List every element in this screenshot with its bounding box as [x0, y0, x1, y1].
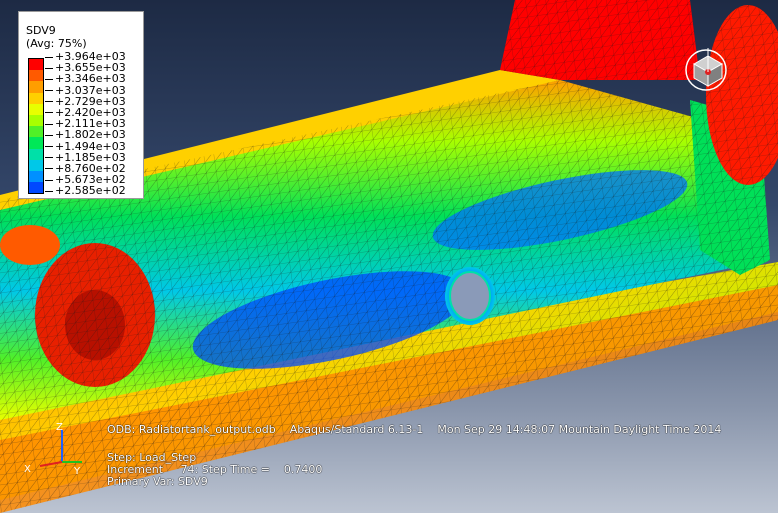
legend-swatch	[29, 114, 43, 127]
legend-subtitle: (Avg: 75%)	[26, 37, 87, 50]
legend-swatch	[29, 148, 43, 160]
legend-labels: +3.964e+03 +3.655e+03 +3.346e+03 +3.037e+03…	[45, 51, 126, 197]
legend-swatch	[29, 137, 43, 149]
legend-tick-label: +2.585e+02	[45, 185, 126, 196]
beam-hole	[445, 267, 495, 325]
legend-tick-label: +1.494e+03	[45, 140, 126, 151]
triad-x-axis	[39, 461, 63, 467]
legend-swatch	[29, 59, 43, 71]
legend-swatch	[29, 81, 43, 93]
legend-swatch	[29, 126, 43, 138]
legend-swatch	[29, 159, 43, 171]
axis-triad-icon: Z Y X	[24, 422, 82, 477]
triad-x-label: X	[24, 464, 31, 475]
legend-tick-label: +3.346e+03	[45, 73, 126, 84]
triad-y-label: Y	[73, 466, 81, 477]
legend-swatch	[29, 182, 43, 194]
legend-swatch	[29, 70, 43, 82]
view-cube-icon[interactable]	[678, 42, 734, 98]
viewport[interactable]: SDV9 (Avg: 75%) +3.964e+03 +3.655e+03 +3.3…	[0, 0, 778, 513]
legend-title: SDV9	[26, 24, 56, 37]
legend-color-bar	[28, 58, 44, 195]
legend-swatch	[29, 170, 43, 183]
odb-info-line: ODB: Radiatortank_output.odb Abaqus/Stan…	[107, 423, 722, 436]
legend-swatch	[29, 92, 43, 104]
contour-legend: SDV9 (Avg: 75%) +3.964e+03 +3.655e+03 +3.3…	[18, 11, 144, 199]
legend-tick-label: +1.802e+03	[45, 129, 126, 140]
triad-z-label: Z	[56, 422, 63, 433]
primary-var-line: Primary Var: SDV9	[107, 475, 208, 488]
legend-swatch	[29, 103, 43, 115]
